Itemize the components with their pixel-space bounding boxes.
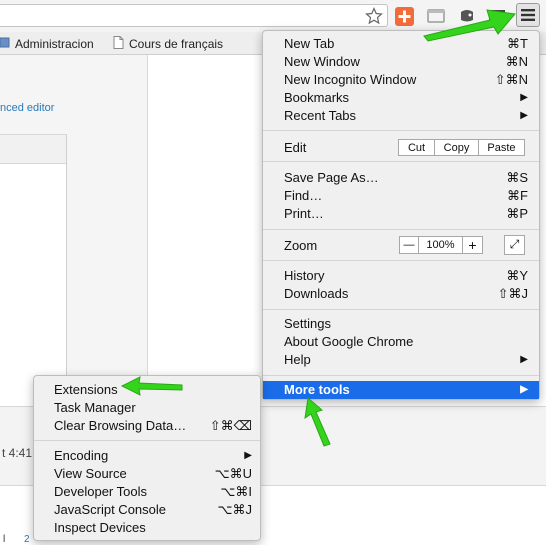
star-icon[interactable]: [364, 6, 384, 26]
menu-separator: [263, 260, 539, 261]
page-link-fragment[interactable]: 2: [24, 534, 30, 545]
green-arrow-to-more-tools-icon: [304, 397, 331, 447]
bookmark-administracion[interactable]: Administracion: [0, 35, 94, 52]
page-icon: [113, 35, 124, 52]
bookmark-cours-de-francais[interactable]: Cours de français: [113, 35, 223, 52]
hamburger-icon: [521, 9, 535, 24]
menu-item-label: Bookmarks: [284, 90, 350, 105]
fullscreen-button[interactable]: ⤢: [504, 235, 525, 255]
submenu-arrow-icon: ▶: [520, 354, 528, 365]
menu-item-downloads[interactable]: Downloads ⇧⌘J: [284, 285, 528, 303]
menu-item-shortcut: ⇧⌘N: [494, 72, 528, 87]
menu-item-label: JavaScript Console: [54, 502, 166, 517]
folder-icon: [0, 37, 10, 51]
menu-item-new-incognito-window[interactable]: New Incognito Window ⇧⌘N: [284, 71, 528, 89]
menu-item-about-chrome[interactable]: About Google Chrome: [284, 333, 528, 351]
menu-separator: [263, 375, 539, 376]
menu-item-label: Settings: [284, 316, 331, 331]
menu-item-shortcut: ⌘N: [505, 54, 528, 69]
address-bar[interactable]: [0, 4, 388, 27]
menu-item-inspect-devices[interactable]: Inspect Devices: [54, 519, 252, 537]
menu-item-label: Save Page As…: [284, 170, 379, 185]
cut-button[interactable]: Cut: [398, 139, 435, 156]
submenu-arrow-icon: ▶: [520, 92, 528, 103]
menu-item-label: Developer Tools: [54, 484, 147, 499]
zoom-out-button[interactable]: —: [399, 236, 419, 254]
paste-button[interactable]: Paste: [478, 139, 525, 156]
menu-item-label: Print…: [284, 206, 324, 221]
menu-item-find[interactable]: Find… ⌘F: [284, 187, 528, 205]
page-text-fragment: l: [3, 534, 6, 545]
menu-item-shortcut: ⌥⌘J: [217, 502, 252, 517]
chrome-main-menu: New Tab ⌘T New Window ⌘N New Incognito W…: [262, 30, 540, 400]
menu-item-label: New Window: [284, 54, 360, 69]
menu-item-label: Edit: [284, 140, 307, 155]
menu-separator: [263, 229, 539, 230]
advanced-editor-link[interactable]: nced editor: [0, 102, 54, 114]
zoom-level: 100%: [418, 236, 463, 254]
extension-plus-icon[interactable]: [394, 6, 414, 26]
menu-item-shortcut: ⌘P: [506, 206, 528, 221]
zoom-in-button[interactable]: +: [462, 236, 483, 254]
menu-item-label: History: [284, 268, 325, 283]
menu-item-bookmarks[interactable]: Bookmarks ▶: [284, 89, 528, 107]
menu-item-label: Help: [284, 352, 311, 367]
menu-item-history[interactable]: History ⌘Y: [284, 267, 528, 285]
menu-item-new-window[interactable]: New Window ⌘N: [284, 53, 528, 71]
menu-item-label: About Google Chrome: [284, 334, 414, 349]
menu-separator: [263, 309, 539, 310]
green-arrow-to-menu-button-icon: [423, 9, 516, 42]
menu-separator: [263, 130, 539, 131]
menu-item-label: Recent Tabs: [284, 108, 357, 123]
menu-item-label: Task Manager: [54, 400, 136, 415]
menu-item-settings[interactable]: Settings: [284, 315, 528, 333]
menu-item-javascript-console[interactable]: JavaScript Console ⌥⌘J: [54, 501, 252, 519]
fullscreen-icon: ⤢: [509, 237, 520, 251]
menu-item-help[interactable]: Help ▶: [284, 351, 528, 369]
menu-item-label: Find…: [284, 188, 323, 203]
menu-separator: [263, 161, 539, 162]
menu-item-label: View Source: [54, 466, 127, 481]
more-tools-submenu: Extensions Task Manager Clear Browsing D…: [33, 375, 261, 541]
menu-item-edit: Edit: [284, 139, 384, 157]
menu-item-encoding[interactable]: Encoding ▶: [54, 447, 252, 465]
menu-item-task-manager[interactable]: Task Manager: [54, 399, 252, 417]
content-panel-header: [0, 135, 66, 164]
menu-item-recent-tabs[interactable]: Recent Tabs ▶: [284, 107, 528, 125]
timestamp-text: t 4:41: [2, 446, 33, 460]
menu-item-print[interactable]: Print… ⌘P: [284, 205, 528, 223]
menu-item-label: Downloads: [284, 286, 349, 301]
menu-item-shortcut: ⇧⌘J: [497, 286, 528, 301]
menu-item-label: New Incognito Window: [284, 72, 417, 87]
menu-item-label: New Tab: [284, 36, 335, 51]
bookmark-label: Administracion: [15, 36, 94, 51]
menu-item-label: Extensions: [54, 382, 118, 397]
menu-item-label: Clear Browsing Data…: [54, 418, 187, 433]
menu-item-developer-tools[interactable]: Developer Tools ⌥⌘I: [54, 483, 252, 501]
copy-button[interactable]: Copy: [434, 139, 479, 156]
menu-item-shortcut: ⌘Y: [506, 268, 528, 283]
submenu-arrow-icon: ▶: [244, 450, 252, 461]
menu-item-shortcut: ⌘S: [506, 170, 528, 185]
menu-item-zoom: Zoom: [284, 237, 384, 255]
menu-item-shortcut: ⌥⌘U: [214, 466, 252, 481]
submenu-arrow-icon: ▶: [520, 110, 528, 121]
menu-item-shortcut: ⌥⌘I: [220, 484, 252, 499]
menu-item-label: Inspect Devices: [54, 520, 146, 535]
menu-separator: [34, 440, 260, 441]
bookmark-label: Cours de français: [129, 36, 224, 51]
menu-item-shortcut: ⌘F: [507, 188, 528, 203]
menu-item-shortcut: ⇧⌘⌫: [209, 418, 252, 433]
submenu-arrow-icon: ▶: [520, 384, 528, 395]
menu-item-save-page-as[interactable]: Save Page As… ⌘S: [284, 169, 528, 187]
menu-item-view-source[interactable]: View Source ⌥⌘U: [54, 465, 252, 483]
menu-item-clear-browsing-data[interactable]: Clear Browsing Data… ⇧⌘⌫: [54, 417, 252, 435]
menu-item-label: Encoding: [54, 448, 109, 463]
menu-item-label: Zoom: [284, 238, 318, 253]
green-arrow-to-extensions-icon: [120, 376, 183, 396]
